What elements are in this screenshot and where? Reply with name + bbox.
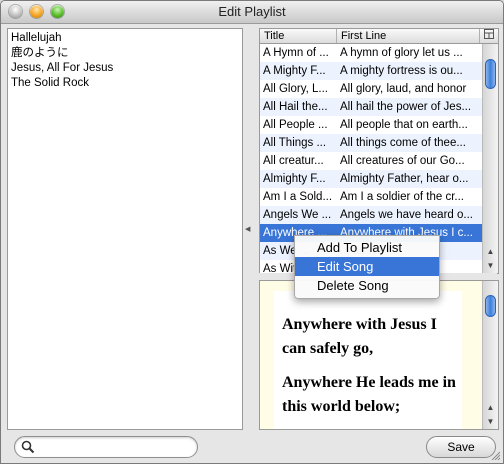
- lyrics-preview[interactable]: Anywhere with Jesus I can safely go, Any…: [259, 280, 499, 430]
- search-field[interactable]: [14, 436, 198, 458]
- table-row[interactable]: Am I a Sold... Am I a soldier of the cr..…: [260, 188, 482, 206]
- table-row[interactable]: All Hail the... All hail the power of Jes…: [260, 98, 482, 116]
- collapse-arrow-icon[interactable]: ◀: [245, 225, 250, 233]
- search-input[interactable]: [39, 439, 193, 456]
- cell-title: All creatur...: [263, 155, 324, 167]
- lyrics-page: Anywhere with Jesus I can safely go, Any…: [274, 291, 462, 429]
- menu-item-add-to-playlist[interactable]: Add To Playlist: [295, 238, 439, 257]
- table-row[interactable]: All Things ... All things come of thee...: [260, 134, 482, 152]
- scroll-down-arrow-icon[interactable]: ▼: [483, 259, 498, 273]
- title-bar[interactable]: Edit Playlist: [1, 1, 503, 24]
- songs-scroll-thumb[interactable]: [485, 59, 496, 89]
- context-menu: Add To Playlist Edit Song Delete Song: [294, 235, 440, 299]
- cell-first-line: All things come of thee...: [340, 137, 466, 149]
- songs-scrollbar[interactable]: ▲ ▼: [482, 44, 498, 273]
- playlist-item[interactable]: Hallelujah: [11, 31, 242, 46]
- cell-first-line: All people that on earth...: [340, 119, 468, 131]
- scroll-up-arrow-icon[interactable]: ▲: [483, 245, 498, 259]
- cell-title: All Glory, L...: [263, 83, 328, 95]
- table-row[interactable]: All creatur... All creatures of our Go...: [260, 152, 482, 170]
- column-header-first-line[interactable]: First Line: [337, 29, 480, 43]
- scroll-up-arrow-icon[interactable]: ▲: [483, 401, 498, 415]
- table-row[interactable]: A Mighty F... A mighty fortress is ou...: [260, 62, 482, 80]
- cell-title: Almighty F...: [263, 173, 326, 185]
- playlist-list[interactable]: Hallelujah 鹿のように Jesus, All For Jesus Th…: [7, 28, 243, 430]
- menu-item-delete-song[interactable]: Delete Song: [295, 276, 439, 295]
- edit-playlist-window: Edit Playlist Hallelujah 鹿のように Jesus, Al…: [0, 0, 504, 464]
- playlist-item[interactable]: 鹿のように: [11, 46, 242, 61]
- cell-title: All Things ...: [263, 137, 327, 149]
- lyrics-scrollbar[interactable]: ▲ ▼: [482, 281, 498, 429]
- scroll-down-arrow-icon[interactable]: ▼: [483, 415, 498, 429]
- cell-first-line: Am I a soldier of the cr...: [340, 191, 464, 203]
- column-header-title[interactable]: Title: [260, 29, 337, 43]
- cell-title: A Hymn of ...: [263, 47, 329, 59]
- menu-item-edit-song[interactable]: Edit Song: [295, 257, 439, 276]
- cell-first-line: A hymn of glory let us ...: [340, 47, 463, 59]
- cell-first-line: A mighty fortress is ou...: [340, 65, 463, 77]
- table-row[interactable]: Angels We ... Angels we have heard o...: [260, 206, 482, 224]
- cell-first-line: All glory, laud, and honor: [340, 83, 467, 95]
- cell-first-line: Angels we have heard o...: [340, 209, 473, 221]
- cell-title: Angels We ...: [263, 209, 332, 221]
- table-row[interactable]: All People ... All people that on earth..…: [260, 116, 482, 134]
- column-options-icon[interactable]: [480, 29, 498, 43]
- bottom-bar: Save: [1, 430, 503, 463]
- cell-title: All Hail the...: [263, 101, 328, 113]
- table-row[interactable]: All Glory, L... All glory, laud, and hono…: [260, 80, 482, 98]
- table-row[interactable]: Almighty F... Almighty Father, hear o...: [260, 170, 482, 188]
- cell-first-line: All hail the power of Jes...: [340, 101, 472, 113]
- table-row[interactable]: A Hymn of ... A hymn of glory let us ...: [260, 44, 482, 62]
- search-icon: [21, 440, 35, 454]
- window-title: Edit Playlist: [218, 4, 286, 19]
- cell-first-line: Almighty Father, hear o...: [340, 173, 469, 185]
- playlist-item[interactable]: The Solid Rock: [11, 76, 242, 91]
- lyric-line: Anywhere He leads me in this world below…: [282, 374, 456, 415]
- cell-first-line: All creatures of our Go...: [340, 155, 465, 167]
- lyrics-scroll-thumb[interactable]: [485, 295, 496, 317]
- playlist-item[interactable]: Jesus, All For Jesus: [11, 61, 242, 76]
- save-button[interactable]: Save: [426, 436, 496, 458]
- cell-title: Am I a Sold...: [263, 191, 333, 203]
- lyric-line: Anywhere with Jesus I can safely go,: [282, 316, 437, 357]
- resize-grip-icon[interactable]: [490, 450, 500, 460]
- cell-title: A Mighty F...: [263, 65, 326, 77]
- table-header: Title First Line: [260, 29, 498, 44]
- cell-title: All People ...: [263, 119, 328, 131]
